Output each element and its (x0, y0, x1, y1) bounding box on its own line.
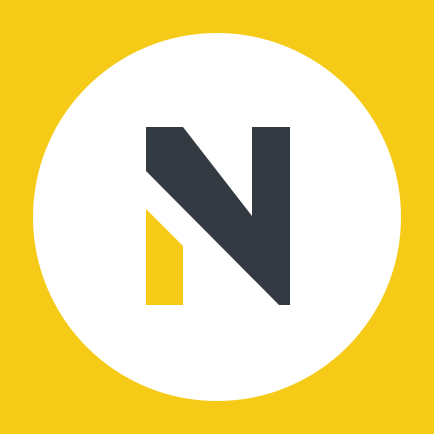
logo-svg (33, 33, 401, 401)
app-icon (0, 0, 434, 434)
